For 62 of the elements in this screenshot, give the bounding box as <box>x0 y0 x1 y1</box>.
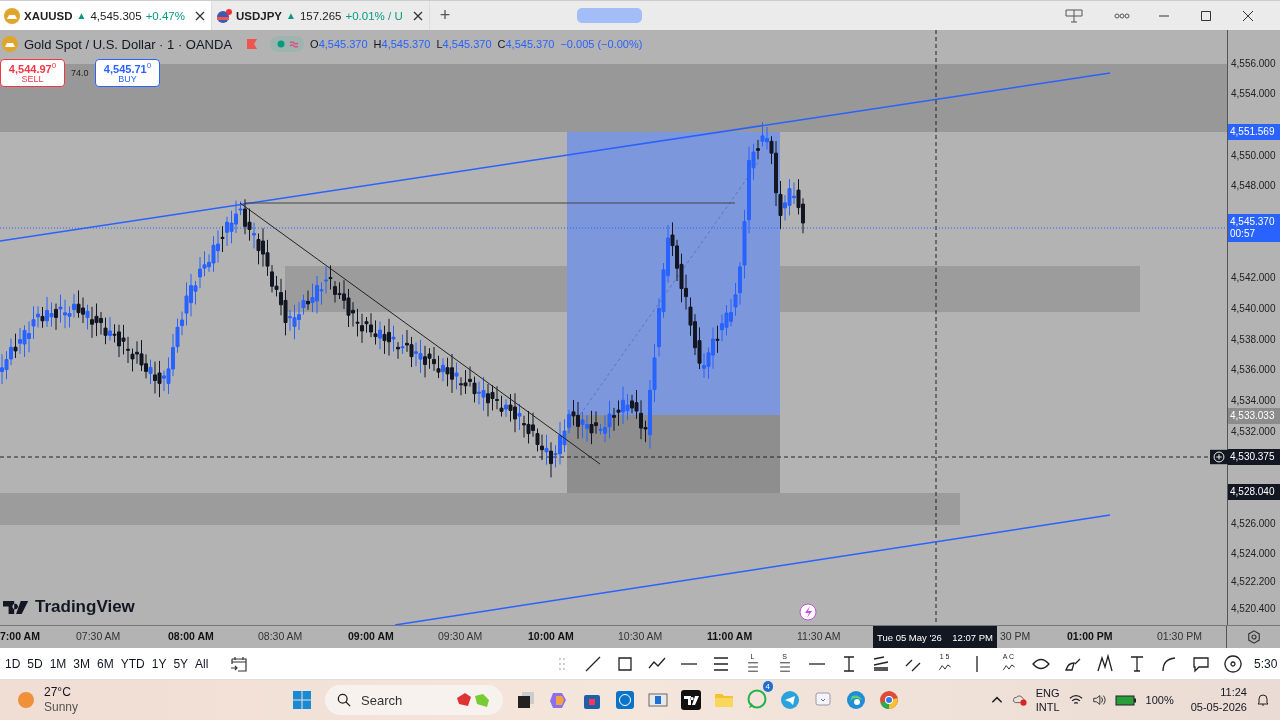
ohlc-value: O4,545.370 <box>310 38 368 50</box>
ohlc-value: H4,545.370 <box>373 38 431 50</box>
time-label: 10:30 AM <box>618 630 663 642</box>
change-value: −0.005 (−0.00%) <box>560 38 643 50</box>
search-field[interactable]: Search <box>325 685 503 715</box>
price-label: 4,556.000 <box>1231 57 1276 71</box>
price-label: 4,534.000 <box>1231 394 1276 408</box>
price-label: 4,554.000 <box>1231 87 1276 101</box>
time-label: 11:00 AM <box>707 630 753 642</box>
notification-badge: 4 <box>762 680 773 692</box>
range-button[interactable]: 5Y <box>170 656 192 671</box>
buy-button[interactable]: 4,545.71$^{0}$ BUY <box>95 59 160 87</box>
range-button[interactable]: 5D <box>24 656 46 671</box>
new-tab-button[interactable]: + <box>439 5 451 26</box>
ohlc-value: L4,545.370 <box>436 38 492 50</box>
system-clock[interactable]: 11:24 05-05-2026 <box>1190 685 1247 715</box>
time-label: 30 PM <box>1000 630 1031 642</box>
price-tag: 4,530.375 <box>1228 449 1280 465</box>
range-button[interactable]: 3M <box>70 656 94 671</box>
price-label: 4,536.000 <box>1231 363 1276 377</box>
time-label: 7:00 AM <box>0 630 40 642</box>
price-label: 4,538.000 <box>1231 333 1276 347</box>
range-button[interactable]: YTD <box>117 656 148 671</box>
price-label: 4,526.000 <box>1231 517 1276 531</box>
price-label: 4,522.200 <box>1231 575 1276 589</box>
range-button[interactable]: 1M <box>46 656 70 671</box>
brand-name: TradingView <box>35 597 135 617</box>
language-indicator[interactable]: ENG INTL <box>1035 686 1060 714</box>
time-label: 09:00 AM <box>348 630 394 642</box>
price-label: 4,524.000 <box>1231 547 1276 561</box>
battery-percent: 100% <box>1145 694 1174 706</box>
price-label: 4,548.000 <box>1231 179 1276 193</box>
temperature: 27°C <box>44 685 72 700</box>
price-label: 4,532.000 <box>1231 425 1276 439</box>
time-label: 08:30 AM <box>258 630 303 642</box>
sell-button[interactable]: 4,544.97$^{0}$ SELL <box>0 59 65 87</box>
price-label: 4,520.400 <box>1231 602 1276 616</box>
time-label: 09:30 AM <box>438 630 483 642</box>
price-tag: 4,545.370 00:57 <box>1228 214 1280 242</box>
price-label: 4,540.000 <box>1231 302 1276 316</box>
ohlc-value: C4,545.370 <box>497 38 555 50</box>
price-tag: 4,551.569 <box>1228 124 1280 140</box>
symbol-title: Gold Spot / U.S. Dollar · 1 · OANDA <box>24 36 233 52</box>
range-button[interactable]: All <box>192 656 212 671</box>
time-label: 10:00 AM <box>528 630 574 642</box>
price-tag: 4,533.033 <box>1228 408 1280 424</box>
range-button[interactable]: 1D <box>2 656 24 671</box>
time-label: 11:30 AM <box>797 630 841 642</box>
time-label: 01:30 PM <box>1157 630 1202 642</box>
range-button[interactable]: 1Y <box>148 656 170 671</box>
weather-text: Sunny <box>44 700 79 715</box>
spread-value: 74.0 <box>71 68 89 78</box>
price-label: 4,542.000 <box>1231 271 1276 285</box>
toolbar-clock: 5:30 <box>1254 656 1279 671</box>
time-label: 08:00 AM <box>168 630 214 642</box>
range-button[interactable]: 6M <box>94 656 117 671</box>
symbol-tab[interactable]: XAUUSD ▲ 4,545.305 +0.47% <box>0 1 212 30</box>
crosshair-time: Tue 05 May '26 12:07 PM <box>873 626 997 648</box>
time-label: 07:30 AM <box>76 630 121 642</box>
price-tag: 4,528.040 <box>1228 484 1280 500</box>
price-label: 4,550.000 <box>1231 149 1276 163</box>
time-label: 01:00 PM <box>1067 630 1113 642</box>
